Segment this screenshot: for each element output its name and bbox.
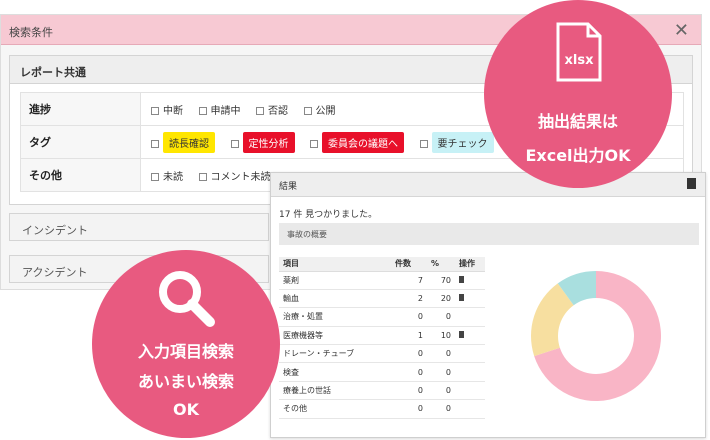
- tag-checkbox[interactable]: 要チェック: [419, 131, 494, 153]
- tag-checkbox[interactable]: 委員会の議題へ: [310, 131, 404, 153]
- table-row: 検査 0 0: [279, 362, 485, 382]
- magnifier-icon: [159, 271, 215, 327]
- percent-cell: 70: [427, 271, 455, 290]
- condition-label: タグ: [20, 125, 141, 159]
- table-row: 療養上の世話 0 0: [279, 381, 485, 401]
- action-cell: [455, 344, 485, 364]
- item-cell: 医療機器等: [279, 326, 391, 346]
- percent-cell: 0: [427, 344, 455, 364]
- tag-checkbox[interactable]: 定性分析: [230, 131, 295, 153]
- item-cell: 療養上の世話: [279, 381, 391, 401]
- action-cell: [455, 362, 485, 382]
- percent-cell: 10: [427, 326, 455, 346]
- checkbox-option[interactable]: 公開: [303, 102, 336, 117]
- summary-label: 事故の概要: [279, 223, 699, 245]
- checkbox-option[interactable]: 未読: [151, 168, 183, 183]
- results-table: 項目 件数 % 操作 薬剤 7 70 輸血 2 20 治療・処置 0 0 医療機器等 1 10 ドレーン…: [279, 257, 485, 419]
- condition-label: その他: [20, 158, 141, 192]
- action-cell: [455, 326, 485, 346]
- checkbox-option[interactable]: コメント未読: [198, 168, 271, 183]
- tag-badge: 読長確認: [163, 131, 215, 153]
- percent-cell: 0: [427, 381, 455, 401]
- checkbox-option[interactable]: 申請中: [198, 102, 241, 117]
- tag-checkbox[interactable]: 読長確認: [151, 131, 215, 153]
- item-cell: 輸血: [279, 289, 391, 309]
- export-line2: Excel出力OK: [525, 146, 631, 165]
- table-row: 治療・処置 0 0: [279, 307, 485, 327]
- search-line3: OK: [173, 400, 199, 419]
- document-icon[interactable]: [459, 330, 464, 338]
- count-cell: 2: [391, 289, 427, 309]
- results-title: 結果: [279, 182, 298, 192]
- checkbox-option[interactable]: 中断: [151, 102, 183, 117]
- count-cell: 0: [391, 399, 427, 419]
- search-title: 検索条件: [9, 26, 53, 39]
- action-cell: [455, 307, 485, 327]
- condition-label: 進捗: [20, 92, 141, 126]
- item-cell: ドレーン・チューブ: [279, 344, 391, 364]
- count-cell: 0: [391, 344, 427, 364]
- checkbox-option[interactable]: 否認: [256, 102, 288, 117]
- column-header: 操作: [455, 257, 485, 272]
- action-cell: [455, 289, 485, 309]
- count-cell: 0: [391, 307, 427, 327]
- count-cell: 7: [391, 271, 427, 290]
- table-row: 輸血 2 20: [279, 289, 485, 309]
- table-row: その他 0 0: [279, 399, 485, 419]
- incident-panel[interactable]: インシデント: [9, 213, 269, 241]
- search-line1: 入力項目検索: [137, 342, 234, 361]
- search-line2: あいまい検索: [137, 372, 234, 391]
- tag-badge: 委員会の議題へ: [322, 131, 404, 153]
- item-cell: 検査: [279, 362, 391, 382]
- column-header: 項目: [279, 257, 391, 272]
- results-count: 17 件 見つかりました。: [279, 210, 378, 220]
- export-line1: 抽出結果は: [537, 112, 618, 131]
- item-cell: 薬剤: [279, 271, 391, 290]
- csv-export-icon[interactable]: [687, 178, 696, 189]
- donut-chart: [531, 271, 661, 401]
- document-icon[interactable]: [459, 294, 464, 302]
- percent-cell: 20: [427, 289, 455, 309]
- percent-cell: 0: [427, 362, 455, 382]
- count-cell: 1: [391, 326, 427, 346]
- search-feature-bubble: 入力項目検索 あいまい検索 OK: [92, 250, 280, 438]
- item-cell: 治療・処置: [279, 307, 391, 327]
- count-cell: 0: [391, 381, 427, 401]
- action-cell: [455, 271, 485, 290]
- results-panel: 結果 17 件 見つかりました。 事故の概要 項目 件数 % 操作 薬剤 7 70 輸…: [270, 172, 706, 438]
- table-row: ドレーン・チューブ 0 0: [279, 344, 485, 364]
- table-row: 医療機器等 1 10: [279, 326, 485, 346]
- excel-export-bubble: xlsx 抽出結果は Excel出力OK: [484, 0, 672, 188]
- results-header: 結果: [271, 173, 705, 197]
- table-row: 薬剤 7 70: [279, 271, 485, 290]
- xlsx-label: xlsx: [565, 53, 595, 68]
- action-cell: [455, 381, 485, 401]
- document-icon[interactable]: [459, 275, 464, 283]
- count-cell: 0: [391, 362, 427, 382]
- column-header: %: [427, 257, 455, 272]
- percent-cell: 0: [427, 399, 455, 419]
- xlsx-file-icon: xlsx: [556, 22, 602, 82]
- action-cell: [455, 399, 485, 419]
- percent-cell: 0: [427, 307, 455, 327]
- tag-badge: 定性分析: [242, 131, 295, 153]
- close-button[interactable]: ✕: [674, 20, 689, 41]
- item-cell: その他: [279, 399, 391, 419]
- column-header: 件数: [391, 257, 427, 272]
